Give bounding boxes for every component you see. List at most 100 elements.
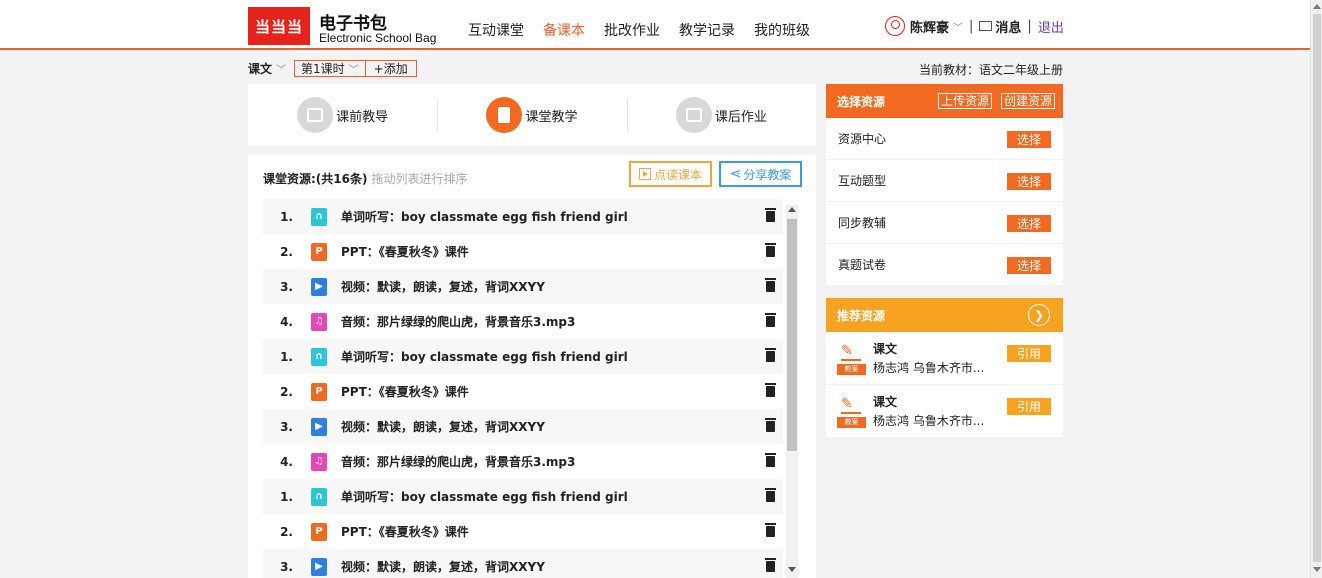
chevron-right-icon[interactable]: ❯ (1028, 304, 1050, 326)
page-scrollbar[interactable] (1310, 0, 1322, 578)
resource-title: 单词听写：boy classmate egg fish friend girl (341, 210, 628, 224)
recommended-header: 推荐资源 ❯ (826, 298, 1063, 332)
chevron-down-icon: ﹀ (348, 65, 359, 76)
select-button[interactable]: 选择 (1007, 215, 1051, 232)
create-resource-button[interactable]: 创建资源 (1001, 93, 1056, 109)
cite-button[interactable]: 引用 (1007, 345, 1051, 362)
video-icon: ▶ (311, 277, 327, 296)
resource-index: 1. (280, 349, 293, 364)
lesson-selector-bar: 课文 ﹀ 第1课时 ﹀ +添加 (248, 60, 417, 77)
lesson-type-dropdown[interactable]: 课文 (248, 60, 272, 77)
ppt-icon: P (311, 522, 327, 541)
resource-title: 单词听写：boy classmate egg fish friend girl (341, 350, 628, 364)
resource-source-row: 资源中心 选择 (826, 118, 1063, 160)
scroll-thumb[interactable] (787, 219, 797, 451)
chevron-down-icon[interactable]: ﹀ (953, 19, 963, 34)
resource-row[interactable]: 1. ∩ 单词听写：boy classmate egg fish friend gi… (263, 199, 783, 234)
resource-title: 视频：默读，朗读，复述，背词XXYY (341, 560, 545, 574)
select-button[interactable]: 选择 (1007, 173, 1051, 190)
share-plan-label: 分享教案 (743, 167, 792, 182)
resource-source-row: 互动题型 选择 (826, 160, 1063, 202)
resource-index: 3. (280, 559, 293, 574)
nav-grade-homework[interactable]: 批改作业 (604, 20, 660, 40)
resource-title: 音频：那片绿绿的爬山虎，背景音乐3.mp3 (341, 315, 576, 329)
trash-icon[interactable] (765, 418, 776, 432)
resource-scrollbar[interactable] (786, 205, 798, 578)
resource-row[interactable]: 4. ♫ 音频：那片绿绿的爬山虎，背景音乐3.mp3 (263, 444, 783, 479)
monitor-icon (297, 97, 334, 133)
recommended-item-title: 课文 (873, 342, 898, 356)
brand-subtitle: Electronic School Bag (319, 31, 437, 45)
resource-list: 1. ∩ 单词听写：boy classmate egg fish friend gi… (263, 199, 783, 578)
scroll-down-arrow-icon[interactable] (788, 567, 796, 572)
user-area: 陈辉豪 ﹀ | 消息 | 退出 (885, 16, 1064, 36)
select-button[interactable]: 选择 (1007, 257, 1051, 274)
messages-link[interactable]: 消息 (995, 17, 1021, 36)
recommended-item[interactable]: 教案 课文 杨志鸿 乌鲁木齐市... 引用 (826, 332, 1063, 385)
resource-row[interactable]: 4. ♫ 音频：那片绿绿的爬山虎，背景音乐3.mp3 (263, 304, 783, 339)
resource-row[interactable]: 3. ▶ 视频：默读，朗读，复述，背词XXYY (263, 409, 783, 444)
page-scroll-thumb[interactable] (1313, 14, 1321, 562)
tab-pre-class[interactable]: 课前教导 (248, 84, 437, 146)
trash-icon[interactable] (765, 453, 776, 467)
logout-link[interactable]: 退出 (1038, 17, 1064, 36)
trash-icon[interactable] (765, 488, 776, 502)
read-textbook-button[interactable]: 点读课本 (629, 161, 712, 187)
resource-heading: 课堂资源:(共16条) 拖动列表进行排序 (263, 170, 467, 187)
sort-hint: 拖动列表进行排序 (371, 172, 468, 186)
trash-icon[interactable] (765, 208, 776, 222)
resource-title: 视频：默读，朗读，复述，背词XXYY (341, 280, 545, 294)
resource-row[interactable]: 3. ▶ 视频：默读，朗读，复述，背词XXYY (263, 269, 783, 304)
nav-teaching-records[interactable]: 教学记录 (679, 20, 735, 40)
resource-row[interactable]: 2. P PPT：《春夏秋冬》课件 (263, 374, 783, 409)
share-plan-button[interactable]: ⋖ 分享教案 (719, 161, 802, 187)
scroll-up-arrow-icon[interactable] (1313, 4, 1321, 9)
trash-icon[interactable] (765, 348, 776, 362)
music-icon: ♫ (311, 312, 327, 331)
user-name[interactable]: 陈辉豪 (910, 17, 949, 36)
nav-lesson-prep[interactable]: 备课本 (543, 20, 585, 40)
resource-panel: 课堂资源:(共16条) 拖动列表进行排序 点读课本 ⋖ 分享教案 1. ∩ 单词听写：… (248, 155, 816, 578)
tab-label: 课堂教学 (525, 109, 578, 125)
edit-icon (675, 97, 712, 133)
nav-interactive-class[interactable]: 互动课堂 (468, 20, 524, 40)
resource-row[interactable]: 2. P PPT：《春夏秋冬》课件 (263, 234, 783, 269)
video-icon: ▶ (311, 557, 327, 576)
resource-title: PPT：《春夏秋冬》课件 (341, 385, 469, 399)
nav-my-class[interactable]: 我的班级 (754, 20, 810, 40)
trash-icon[interactable] (765, 243, 776, 257)
recommended-panel: 推荐资源 ❯ 教案 课文 杨志鸿 乌鲁木齐市... 引用 教案 课文 杨志鸿 乌… (826, 298, 1063, 438)
stage-tabs: 课前教导 课堂教学 课后作业 (248, 84, 816, 146)
resource-row[interactable]: 1. ∩ 单词听写：boy classmate egg fish friend gi… (263, 339, 783, 374)
select-button[interactable]: 选择 (1007, 131, 1051, 148)
chevron-down-icon[interactable]: ﹀ (276, 61, 286, 76)
trash-icon[interactable] (765, 383, 776, 397)
resource-row[interactable]: 3. ▶ 视频：默读，朗读，复述，背词XXYY (263, 549, 783, 578)
scroll-up-arrow-icon[interactable] (788, 207, 796, 212)
lesson-box: 第1课时 ﹀ +添加 (294, 60, 417, 77)
trash-icon[interactable] (765, 523, 776, 537)
add-lesson-button[interactable]: +添加 (366, 61, 416, 76)
resource-row[interactable]: 1. ∩ 单词听写：boy classmate egg fish friend gi… (263, 479, 783, 514)
select-resource-header: 选择资源 上传资源 创建资源 (826, 84, 1063, 118)
upload-resource-button[interactable]: 上传资源 (938, 93, 993, 109)
resource-index: 3. (280, 419, 293, 434)
play-icon (638, 168, 651, 180)
document-icon (486, 97, 523, 133)
tab-homework[interactable]: 课后作业 (626, 84, 816, 146)
lesson-period-dropdown[interactable]: 第1课时 ﹀ (295, 61, 366, 76)
resource-index: 1. (280, 209, 293, 224)
headphones-icon: ∩ (311, 207, 327, 226)
trash-icon[interactable] (765, 313, 776, 327)
ppt-icon: P (311, 382, 327, 401)
scroll-down-arrow-icon[interactable] (1313, 567, 1321, 572)
trash-icon[interactable] (765, 558, 776, 572)
tab-in-class[interactable]: 课堂教学 (437, 84, 626, 146)
recommended-item[interactable]: 教案 课文 杨志鸿 乌鲁木齐市... 引用 (826, 385, 1063, 438)
resource-title: 视频：默读，朗读，复述，背词XXYY (341, 420, 545, 434)
trash-icon[interactable] (765, 278, 776, 292)
logo[interactable]: 当当当 (248, 7, 310, 45)
resource-row[interactable]: 2. P PPT：《春夏秋冬》课件 (263, 514, 783, 549)
cite-button[interactable]: 引用 (1007, 398, 1051, 415)
resource-source-label: 同步教辅 (838, 216, 887, 230)
